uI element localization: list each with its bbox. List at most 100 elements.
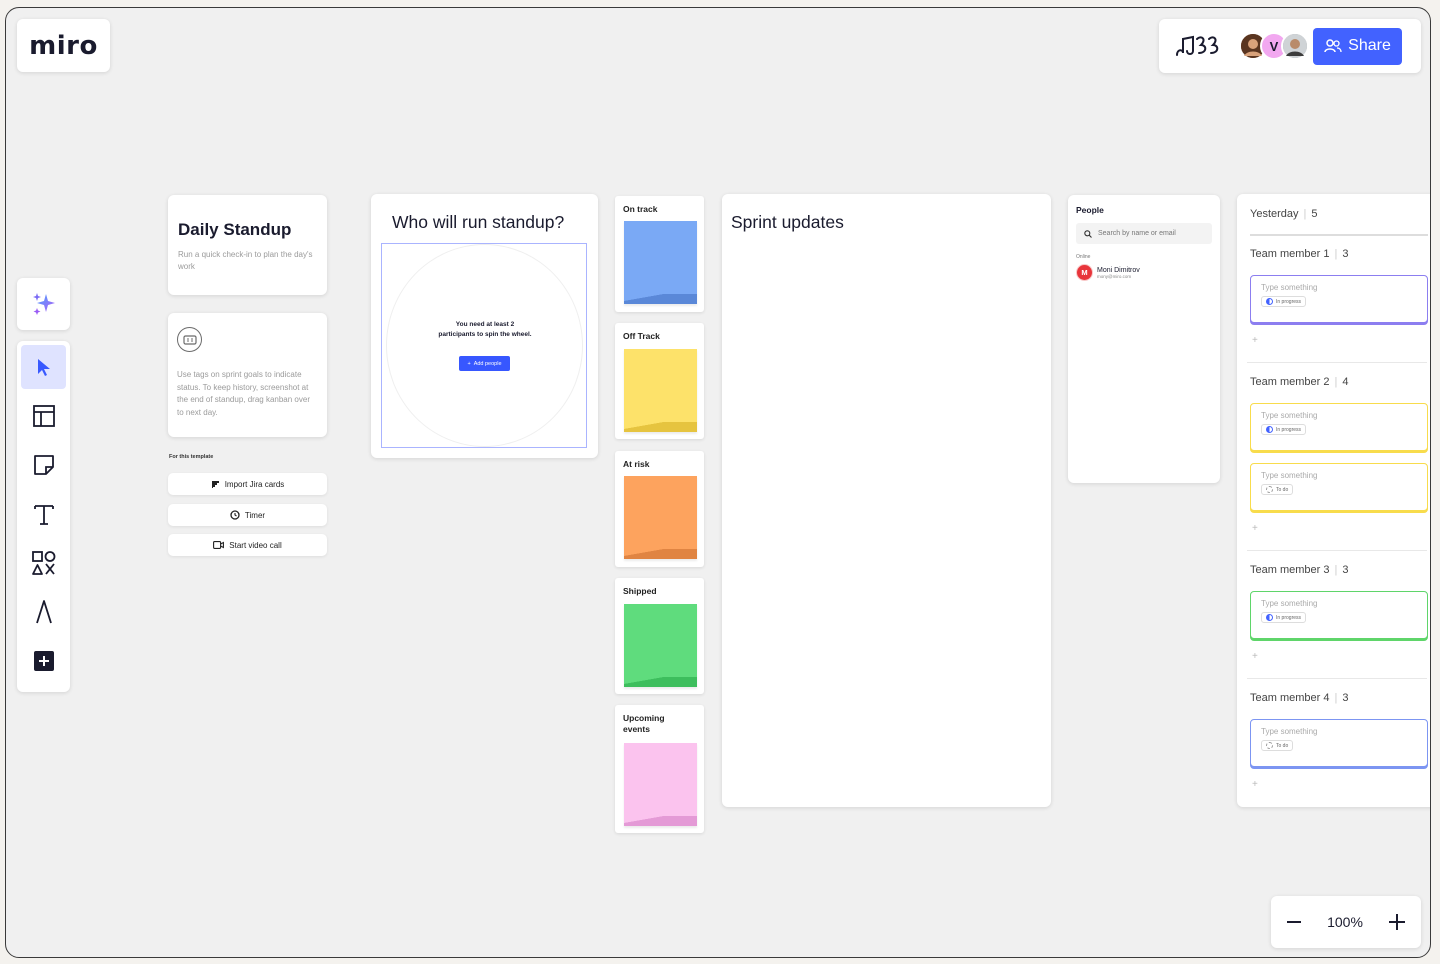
add-people-button[interactable]: + Add people (459, 356, 510, 371)
board-doodle-icon[interactable] (1173, 31, 1225, 61)
in-progress-icon (1266, 614, 1273, 621)
cursor-icon (37, 359, 50, 376)
left-toolbar (17, 341, 70, 692)
status-label: Upcoming events (623, 713, 665, 734)
spin-wheel-card[interactable]: Who will run standup? You need at least … (371, 194, 598, 458)
miro-logo[interactable]: miro (17, 19, 110, 72)
status-upcoming-events[interactable]: Upcoming events (615, 705, 704, 833)
divider: | (1303, 208, 1307, 220)
status-shipped[interactable]: Shipped (615, 578, 704, 694)
yesterday-title: Yesterday (1250, 208, 1299, 220)
add-task-icon[interactable]: + (1252, 523, 1258, 534)
divider: | (1334, 564, 1338, 576)
wheel-message: You need at least 2 participants to spin… (438, 321, 532, 338)
person-row[interactable]: M Moni Dimitrov mony@miro.com (1076, 264, 1212, 281)
tag-icon (177, 327, 202, 352)
status-text: To do (1276, 742, 1289, 749)
plus-icon: + (467, 360, 471, 367)
user-photo-icon (1283, 34, 1307, 58)
task-card[interactable]: Type something In progress (1250, 403, 1428, 451)
share-button[interactable]: Share (1313, 27, 1402, 65)
add-people-label: Add people (473, 360, 502, 367)
member-header: Team member 4 | 3 (1250, 692, 1348, 704)
search-placeholder: Search by name or email (1098, 230, 1176, 237)
layout-icon (32, 405, 55, 427)
sparkle-icon (32, 293, 55, 315)
status-tag[interactable]: In progress (1261, 296, 1307, 307)
tags-instructions: Use tags on sprint goals to indicate sta… (177, 370, 310, 417)
sticky-note-tool[interactable] (21, 443, 66, 487)
task-card[interactable]: Type something To do (1250, 463, 1428, 511)
video-camera-icon (213, 541, 225, 549)
board-canvas[interactable]: miro V Share Daily Standup Run a quick c… (5, 7, 1431, 958)
status-tag[interactable]: In progress (1261, 424, 1307, 435)
add-task-icon[interactable]: + (1252, 335, 1258, 346)
member-divider (1247, 362, 1427, 363)
yesterday-header: Yesterday | 5 (1250, 208, 1428, 236)
sticky-note[interactable] (624, 743, 697, 826)
yesterday-column[interactable]: Yesterday | 5 Team member 1 | 3 Type somethi… (1237, 194, 1430, 807)
standup-title-card[interactable]: Daily Standup Run a quick check-in to pl… (168, 195, 327, 295)
jira-icon (211, 480, 219, 488)
task-text: Type something (1261, 283, 1318, 292)
status-at-risk[interactable]: At risk (615, 451, 704, 567)
text-icon (33, 505, 54, 525)
text-tool[interactable] (21, 492, 66, 536)
ai-assist-button[interactable] (17, 278, 70, 330)
status-label: Off Track (623, 331, 660, 341)
member-count: 3 (1342, 692, 1349, 704)
status-tag[interactable]: In progress (1261, 612, 1307, 623)
logo-text: miro (29, 30, 98, 61)
sprint-updates-frame[interactable]: Sprint updates (722, 194, 1051, 807)
member-header: Team member 2 | 4 (1250, 376, 1348, 388)
people-panel[interactable]: People Search by name or email Online M … (1068, 195, 1220, 483)
member-name: Team member 2 (1250, 376, 1330, 388)
member-name: Team member 3 (1250, 564, 1330, 576)
timer-button[interactable]: Timer (168, 504, 327, 526)
timer-icon (230, 510, 240, 520)
status-off-track[interactable]: Off Track (615, 323, 704, 439)
task-text: Type something (1261, 471, 1318, 480)
task-card[interactable]: Type something In progress (1250, 275, 1428, 323)
plus-square-icon (33, 651, 54, 671)
add-task-icon[interactable]: + (1252, 779, 1258, 790)
status-text: In progress (1276, 298, 1302, 305)
avatar: M (1076, 264, 1093, 281)
member-divider (1247, 550, 1427, 551)
search-icon (1084, 229, 1092, 238)
status-label: Shipped (623, 586, 657, 596)
zoom-level[interactable]: 100% (1327, 914, 1363, 930)
status-tag[interactable]: To do (1261, 740, 1294, 751)
sticky-note[interactable] (624, 604, 697, 687)
task-text: Type something (1261, 411, 1318, 420)
people-title: People (1076, 205, 1104, 215)
more-tools[interactable] (21, 639, 66, 683)
sticky-note[interactable] (624, 476, 697, 559)
select-tool[interactable] (21, 345, 66, 389)
avatar[interactable] (1281, 32, 1309, 60)
wheel-title: Who will run standup? (392, 212, 565, 232)
wheel-circle (386, 244, 583, 447)
sticky-note[interactable] (624, 349, 697, 432)
status-tag[interactable]: To do (1261, 484, 1294, 495)
task-card[interactable]: Type something In progress (1250, 591, 1428, 639)
status-label: On track (623, 204, 658, 214)
sticky-note[interactable] (624, 221, 697, 304)
zoom-in-icon[interactable] (1387, 912, 1407, 932)
templates-tool[interactable] (21, 394, 66, 438)
status-text: To do (1276, 486, 1289, 493)
tags-info-card[interactable]: Use tags on sprint goals to indicate sta… (168, 313, 327, 437)
person-name: Moni Dimitrov (1097, 266, 1140, 274)
shapes-tool[interactable] (21, 541, 66, 585)
pen-icon (35, 600, 52, 624)
status-on-track[interactable]: On track (615, 196, 704, 312)
task-card[interactable]: Type something To do (1250, 719, 1428, 767)
import-jira-button[interactable]: Import Jira cards (168, 473, 327, 495)
people-search-input[interactable]: Search by name or email (1076, 223, 1212, 244)
pen-tool[interactable] (21, 590, 66, 634)
zoom-out-icon[interactable] (1285, 913, 1303, 931)
status-text: In progress (1276, 614, 1302, 621)
add-task-icon[interactable]: + (1252, 651, 1258, 662)
video-call-label: Start video call (229, 540, 282, 550)
video-call-button[interactable]: Start video call (168, 534, 327, 556)
